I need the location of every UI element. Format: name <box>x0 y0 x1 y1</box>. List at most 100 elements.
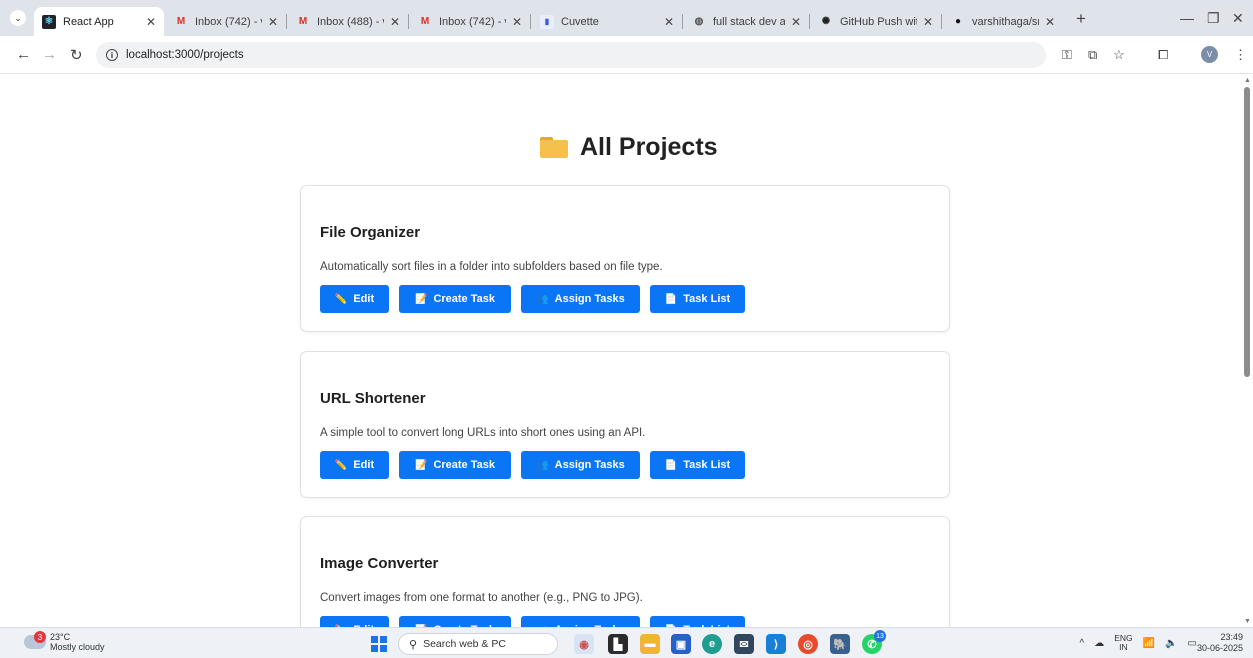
create-task-button[interactable]: 📝 Create Task <box>399 285 511 313</box>
volume-icon[interactable]: 🔈 <box>1165 638 1177 649</box>
project-name: Image Converter <box>320 555 439 572</box>
gmail-icon: M <box>420 16 430 27</box>
taskbar-search-text: Search web & PC <box>423 638 506 650</box>
minimize-icon[interactable]: — <box>1180 10 1194 26</box>
page-scrollbar[interactable]: ▲ ▼ <box>1241 75 1253 627</box>
file-explorer-icon[interactable]: ▬ <box>640 634 660 654</box>
task-list-button[interactable]: 📄Task List <box>650 616 745 627</box>
pencil-icon: ✏️ <box>334 293 348 305</box>
task-list-button[interactable]: 📄Task List <box>650 451 745 479</box>
system-tray: ^ ☁ ENG IN 📶 🔈 ▭ <box>1070 634 1197 652</box>
close-icon[interactable]: ✕ <box>791 15 801 29</box>
chrome-icon[interactable]: ◎ <box>798 634 818 654</box>
address-bar[interactable]: i localhost:3000/projects <box>96 42 1046 68</box>
page-viewport: All Projects File Organizer Automaticall… <box>0 75 1253 627</box>
project-actions: ✏️ Edit 📝 Create Task 👥 Assign Tasks 📄 Task … <box>320 451 755 479</box>
install-app-icon[interactable]: ⧉ <box>1088 47 1097 63</box>
clock[interactable]: 23:49 30-06-2025 <box>1197 632 1243 654</box>
window-close-icon[interactable]: ✕ <box>1232 10 1244 27</box>
task-list-button[interactable]: 📄Task List <box>650 285 745 313</box>
document-icon: 📄 <box>664 293 678 305</box>
tab-github-push[interactable]: ✺ GitHub Push wit ✕ <box>811 7 942 36</box>
tab-separator <box>682 14 683 29</box>
tab-github-repo[interactable]: ● varshithaga/sma ✕ <box>943 7 1063 36</box>
assign-tasks-button[interactable]: 👥Assign Tasks <box>521 616 640 627</box>
assign-tasks-button[interactable]: 👥Assign Tasks <box>521 451 640 479</box>
forward-icon[interactable]: → <box>42 46 57 63</box>
new-tab-icon[interactable]: + <box>1076 9 1086 29</box>
restore-icon[interactable]: ❐ <box>1207 10 1220 27</box>
tab-search-button[interactable]: ⌄ <box>10 10 26 26</box>
weather-badge: 3 <box>34 631 46 643</box>
taskbar: 3 23°C Mostly cloudy ⚲ Search web & PC ◉… <box>0 627 1253 658</box>
close-icon[interactable]: ✕ <box>664 15 674 29</box>
tab-separator <box>809 14 810 29</box>
edge-icon[interactable]: e <box>702 634 722 654</box>
profile-avatar[interactable]: V <box>1201 46 1218 63</box>
create-task-button[interactable]: 📝Create Task <box>399 616 511 627</box>
scroll-up-icon[interactable]: ▲ <box>1244 77 1251 84</box>
scrollbar-thumb[interactable] <box>1244 87 1250 377</box>
taskbar-search[interactable]: ⚲ Search web & PC <box>398 633 558 655</box>
close-icon[interactable]: ✕ <box>1045 15 1055 29</box>
tab-separator <box>408 14 409 29</box>
site-info-icon[interactable]: i <box>106 49 118 61</box>
tab-title: varshithaga/sma <box>972 15 1039 28</box>
close-icon[interactable]: ✕ <box>146 15 156 29</box>
menu-kebab-icon[interactable]: ⋮ <box>1234 47 1247 63</box>
tab-inbox-3[interactable]: M Inbox (742) - var ✕ <box>410 7 531 36</box>
language-indicator[interactable]: ENG IN <box>1114 634 1132 652</box>
mail-icon[interactable]: ✉ <box>734 634 754 654</box>
search-icon: ⚲ <box>409 638 418 651</box>
store-icon[interactable]: ▣ <box>671 634 691 654</box>
tab-cuvette[interactable]: ▮ Cuvette ✕ <box>532 7 683 36</box>
close-icon[interactable]: ✕ <box>512 15 522 29</box>
tab-inbox-2[interactable]: M Inbox (488) - var ✕ <box>288 7 409 36</box>
wifi-icon[interactable]: 📶 <box>1143 638 1155 649</box>
scroll-down-icon[interactable]: ▼ <box>1244 618 1251 625</box>
task-view-icon[interactable]: ▙ <box>608 634 628 654</box>
openai-icon: ✺ <box>821 16 831 27</box>
tab-title: Inbox (488) - var <box>317 15 384 28</box>
tab-react-app[interactable]: ⚛ React App ✕ <box>34 7 164 36</box>
project-card: File Organizer Automatically sort files … <box>300 185 950 332</box>
close-icon[interactable]: ✕ <box>923 15 933 29</box>
weather-widget[interactable]: 3 23°C Mostly cloudy <box>24 631 105 652</box>
start-windows-icon[interactable] <box>371 636 387 652</box>
people-icon: 👥 <box>536 459 549 471</box>
password-key-icon[interactable]: ⚿ <box>1062 47 1072 63</box>
tab-inbox-1[interactable]: M Inbox (742) - var ✕ <box>166 7 287 36</box>
gmail-icon: M <box>176 16 186 27</box>
close-icon[interactable]: ✕ <box>390 15 400 29</box>
url-text: localhost:3000/projects <box>126 49 244 61</box>
reload-icon[interactable]: ↻ <box>70 46 83 64</box>
create-task-button[interactable]: 📝Create Task <box>399 451 511 479</box>
edit-button[interactable]: ✏️Edit <box>320 616 389 627</box>
edit-button[interactable]: ✏️Edit <box>320 451 389 479</box>
button-label: Assign Tasks <box>554 293 625 305</box>
weather-temp: 23°C <box>50 632 71 642</box>
tab-title: Inbox (742) - var <box>439 15 506 28</box>
project-name: URL Shortener <box>320 390 426 407</box>
button-label: Create Task <box>433 293 495 305</box>
globe-icon: ◍ <box>694 16 704 27</box>
battery-icon[interactable]: ▭ <box>1188 638 1197 649</box>
extensions-icon[interactable]: ⧠ <box>1158 47 1168 63</box>
bookmark-star-icon[interactable]: ☆ <box>1113 47 1125 63</box>
edit-button[interactable]: ✏️Edit <box>320 285 389 313</box>
vscode-icon[interactable]: ⟩ <box>766 634 786 654</box>
close-icon[interactable]: ✕ <box>268 15 278 29</box>
assign-tasks-button[interactable]: 👥Assign Tasks <box>521 285 640 313</box>
tab-full-stack[interactable]: ◍ full stack dev as ✕ <box>684 7 810 36</box>
project-description: Automatically sort files in a folder int… <box>320 261 663 273</box>
back-icon[interactable]: ← <box>16 46 31 63</box>
project-card: Image Converter Convert images from one … <box>300 516 950 627</box>
postgres-icon[interactable]: 🐘 <box>830 634 850 654</box>
onedrive-icon[interactable]: ☁ <box>1094 638 1104 649</box>
browser-toolbar: ← → ↻ i localhost:3000/projects ⚿ ⧉ ☆ ⧠ … <box>0 36 1253 74</box>
pencil-icon: ✏️ <box>334 459 348 471</box>
memo-icon: 📝 <box>414 293 428 305</box>
widgets-icon[interactable]: ◉ <box>574 634 594 654</box>
chevron-up-icon[interactable]: ^ <box>1080 638 1085 649</box>
project-description: A simple tool to convert long URLs into … <box>320 427 646 439</box>
